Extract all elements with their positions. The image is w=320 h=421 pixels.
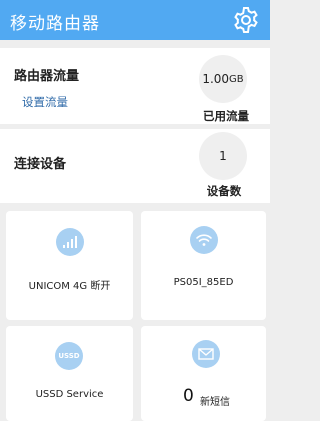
devices-count: 1 [219,149,227,163]
traffic-used-caption: 已用流量 [203,109,249,123]
ussd-icon-text: USSD [58,352,80,360]
devices-label: 连接设备 [14,157,67,172]
traffic-used-unit: GB [229,73,244,85]
gear-icon[interactable] [231,5,261,35]
traffic-label: 路由器流量 [14,69,80,84]
devices-caption: 设备数 [206,184,242,198]
ussd-label: USSD Service [35,389,104,400]
sms-tile[interactable]: 0 新短信 [141,326,266,421]
ussd-tile[interactable]: USSD USSD Service [6,326,133,421]
app-title: 移动路由器 [10,14,100,34]
devices-count-circle: 1 [199,132,247,180]
signal-icon [56,228,84,256]
devices-panel[interactable]: 连接设备 1 设备数 [0,129,270,203]
envelope-icon [192,340,220,368]
network-tile[interactable]: UNICOM 4G 断开 [6,211,133,320]
sms-count: 0 [183,386,194,406]
traffic-used-value: 1.00 [202,72,230,86]
traffic-used-circle: 1.00 GB [199,55,247,103]
traffic-panel: 路由器流量 设置流量 1.00 GB 已用流量 [0,48,270,124]
sms-label: 新短信 [200,397,230,408]
ussd-icon: USSD [55,342,83,370]
wifi-icon [190,226,218,254]
network-label: UNICOM 4G 断开 [28,281,111,292]
wifi-tile[interactable]: PS05I_85ED [141,211,266,320]
wifi-label: PS05I_85ED [173,277,234,288]
set-traffic-link[interactable]: 设置流量 [22,94,68,110]
app-bar: 移动路由器 [0,0,270,40]
